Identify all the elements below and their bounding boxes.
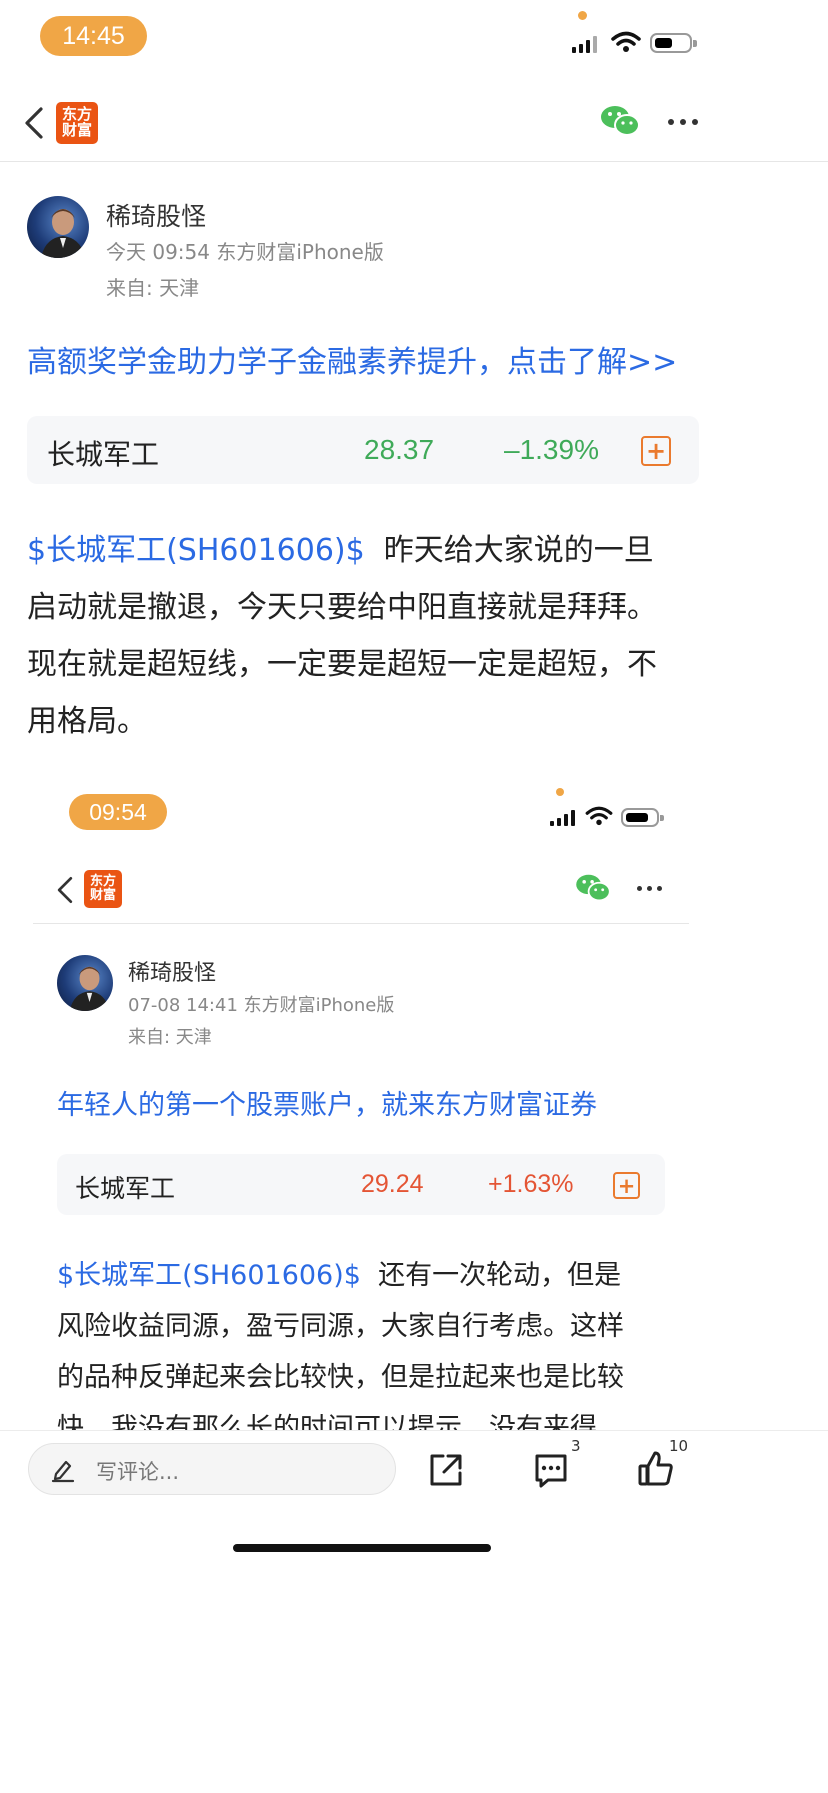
post-body-line1: $长城军工(SH601606)$ 昨天给大家说的一旦 <box>27 522 707 579</box>
embedded-text-3: 的品种反弹起来会比较快，但是拉起来也是比较 <box>57 1362 624 1393</box>
embedded-wifi-icon <box>585 806 613 826</box>
avatar[interactable] <box>27 196 89 258</box>
embedded-logo-line1: 东方 <box>89 874 116 890</box>
embedded-back-chevron-icon <box>57 877 73 904</box>
promo-link[interactable]: 高额奖学金助力学子金融素养提升，点击了解>> <box>27 337 677 381</box>
embedded-text-1: 还有一次轮动，但是 <box>378 1260 622 1291</box>
embedded-screenshot[interactable]: 09:54 东方 财富 稀琦股怪 07-08 14:41 东方财富iPhone版… <box>33 780 693 1430</box>
embedded-status-time: 09:54 <box>69 794 167 830</box>
stock-price: 28.37 <box>364 434 435 465</box>
embedded-signal-icon <box>550 808 575 826</box>
embedded-text-2: 风险收益同源，盈亏同源，大家自行考虑。这样 <box>57 1311 624 1342</box>
stock-name: 长城军工 <box>47 438 160 471</box>
cellular-signal-icon <box>572 33 597 53</box>
embedded-stock-change: +1.63% <box>488 1170 574 1198</box>
embedded-avatar <box>57 955 113 1011</box>
post-author[interactable]: 稀琦股怪 <box>106 197 206 233</box>
post-text-3: 现在就是超短线，一定要是超短一定是超短，不 <box>27 647 657 682</box>
nav-divider <box>0 161 828 162</box>
embedded-post-body: $长城军工(SH601606)$ 还有一次轮动，但是 风险收益同源，盈亏同源，大… <box>57 1250 677 1430</box>
embedded-divider <box>33 923 689 924</box>
wifi-icon <box>611 31 641 52</box>
eastmoney-logo: 东方 财富 <box>56 102 98 144</box>
comment-icon[interactable] <box>532 1452 570 1490</box>
comment-placeholder: 写评论... <box>96 1460 180 1484</box>
logo-line2: 财富 <box>61 121 92 139</box>
pencil-icon <box>51 1460 75 1483</box>
embedded-stock-price: 29.24 <box>361 1170 424 1198</box>
status-time: 14:45 <box>40 16 147 56</box>
embedded-logo-line2: 财富 <box>89 888 116 903</box>
embedded-stock-tag: $长城军工(SH601606)$ <box>57 1260 361 1291</box>
embedded-text-4: 快，我没有那么长的时间可以提示，没有来得 <box>57 1413 597 1430</box>
wechat-icon[interactable] <box>600 104 640 138</box>
share-icon[interactable] <box>428 1452 464 1488</box>
embedded-body-line1: $长城军工(SH601606)$ 还有一次轮动，但是 <box>57 1250 677 1301</box>
embedded-timestamp: 07-08 14:41 东方财富iPhone版 <box>128 995 395 1016</box>
home-indicator[interactable] <box>233 1544 491 1552</box>
embedded-stock-name: 长城军工 <box>75 1174 176 1203</box>
post-location: 来自: 天津 <box>106 276 200 300</box>
embedded-stock-quote-card: 长城军工 29.24 +1.63% + <box>57 1154 665 1215</box>
embedded-location: 来自: 天津 <box>128 1027 212 1048</box>
stock-change: –1.39% <box>504 434 599 465</box>
stock-quote-card[interactable]: 长城军工 28.37 –1.39% + <box>27 416 699 484</box>
stock-tag-link[interactable]: $长城军工(SH601606)$ <box>27 533 365 568</box>
embedded-privacy-dot <box>556 788 564 796</box>
embedded-more-icon <box>637 886 662 891</box>
post-timestamp: 今天 09:54 东方财富iPhone版 <box>106 240 384 264</box>
embedded-promo-link: 年轻人的第一个股票账户，就来东方财富证券 <box>57 1090 597 1121</box>
more-icon[interactable] <box>668 119 698 125</box>
embedded-logo: 东方 财富 <box>84 870 122 908</box>
battery-icon <box>650 33 697 53</box>
comment-input[interactable]: 写评论... <box>28 1443 396 1495</box>
post-body: $长城军工(SH601606)$ 昨天给大家说的一旦 启动就是撤退，今天只要给中… <box>27 522 707 750</box>
post-text-2: 启动就是撤退，今天只要给中阳直接就是拜拜。 <box>27 590 657 625</box>
like-count: 10 <box>669 1437 689 1455</box>
back-chevron-icon[interactable] <box>22 106 46 140</box>
embedded-battery-icon <box>621 808 664 827</box>
add-watchlist-plus-icon[interactable]: + <box>641 436 671 466</box>
embedded-author: 稀琦股怪 <box>128 961 217 986</box>
embedded-wechat-icon <box>576 874 611 902</box>
like-icon[interactable] <box>637 1450 675 1488</box>
post-text-4: 用格局。 <box>27 704 147 739</box>
comment-count: 3 <box>571 1437 581 1455</box>
post-text-1: 昨天给大家说的一旦 <box>383 533 654 568</box>
embedded-plus-icon: + <box>613 1172 640 1199</box>
privacy-indicator-dot <box>578 11 587 20</box>
